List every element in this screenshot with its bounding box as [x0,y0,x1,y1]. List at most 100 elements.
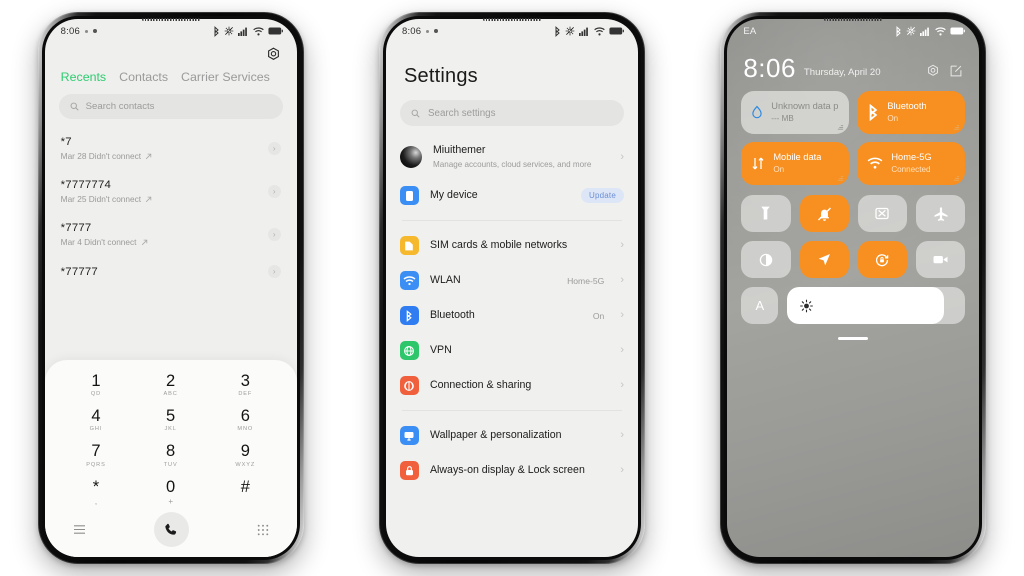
key-7[interactable]: 7 PQRS [59,440,134,470]
flashlight-icon [761,206,771,220]
phone-bezel: 8:06 Settings Search settings Miuithemer… [382,16,641,560]
key-5[interactable]: 5 JKL [133,405,208,435]
key-4[interactable]: 4 GHI [59,405,134,435]
outgoing-call-icon [146,196,152,202]
key-hash[interactable]: # [208,476,283,506]
toggle-airplane-mode[interactable] [916,195,966,232]
call-number: *7777774 [60,179,112,191]
tile-wifi[interactable]: Home-5G Connected [857,142,966,185]
gear-icon[interactable] [266,47,281,62]
chevron-right-icon: › [620,379,624,392]
brightness-slider[interactable] [787,287,966,324]
tile-title: Unknown data plan [771,100,839,111]
item-value: Home-5G [567,275,605,286]
call-number: *77777 [60,265,98,278]
key-1[interactable]: 1 QD [59,370,134,400]
tab-contacts[interactable]: Contacts [119,70,168,84]
expand-corner-icon[interactable] [953,174,960,181]
battery-icon [609,27,624,35]
settings-item-account[interactable]: Miuithemer Manage accounts, cloud servic… [386,136,638,178]
call-list-item[interactable]: *7 Mar 28 Didn't connect › [45,127,297,170]
settings-item-connection-sharing[interactable]: Connection & sharing › [386,368,638,403]
toggle-screen-record[interactable] [916,241,966,278]
search-settings-input[interactable]: Search settings [399,100,624,126]
edit-icon[interactable] [949,64,963,78]
globe-icon [399,341,419,361]
call-chevron-icon[interactable]: › [267,185,281,198]
clock-header: 8:06 Thursday, April 20 [727,43,979,81]
toggle-flashlight[interactable] [741,195,791,232]
settings-item-sim-cards[interactable]: SIM cards & mobile networks › [386,228,638,263]
settings-item-my-device[interactable]: My device Update [386,178,638,213]
settings-item-always-on-display[interactable]: Always-on display & Lock screen › [386,453,638,488]
key-0[interactable]: 0 + [133,476,208,506]
battery-icon [268,27,283,35]
toggle-screenshot[interactable] [857,195,908,232]
toggle-location[interactable] [799,241,849,278]
expand-corner-icon[interactable] [837,174,844,181]
call-list-item[interactable]: *7777 Mar 4 Didn't connect › [45,213,297,256]
toggle-silent[interactable] [799,195,849,232]
key-star[interactable]: *, [59,476,134,506]
bluetooth-icon [214,25,219,37]
settings-screen: 8:06 Settings Search settings Miuithemer… [385,19,638,557]
item-label: Always-on display & Lock screen [429,464,585,477]
key-9[interactable]: 9 WXYZ [208,440,283,470]
chevron-right-icon: › [620,239,624,252]
item-text: WLAN [430,274,556,288]
call-detail: Mar 25 Didn't connect [61,194,152,204]
search-contacts-input[interactable]: Search contacts [58,94,283,119]
status-bar: 8:06 [386,19,638,43]
big-tiles: Unknown data plan --- MB Bluetooth On [727,81,979,185]
keypad-icon[interactable] [257,524,269,536]
expand-corner-icon[interactable] [837,123,844,130]
device-icon [399,186,419,206]
toggle-dark-mode[interactable] [741,241,791,278]
key-2[interactable]: 2 ABC [133,370,208,400]
toggle-rotation-lock[interactable] [857,241,908,278]
call-list-item[interactable]: *77777 › [45,256,297,287]
call-chevron-icon[interactable]: › [267,265,281,278]
settings-item-wallpaper[interactable]: Wallpaper & personalization › [386,418,638,453]
item-value: On [592,310,605,321]
lock-icon [399,461,419,481]
toggle-auto-brightness[interactable]: A [741,287,779,324]
avatar [399,146,422,169]
tile-mobile-data[interactable]: Mobile data On [741,142,850,185]
carrier-label: EA [743,25,757,37]
wallpaper-icon [399,426,419,446]
menu-icon[interactable] [73,524,86,535]
call-chevron-icon[interactable]: › [267,228,281,241]
phone-control-center: EA 8:06 Thursday, April 20 Unknown data … [720,12,987,564]
expand-corner-icon[interactable] [953,123,960,130]
tile-text: Home-5G Connected [891,152,931,175]
item-text: Always-on display & Lock screen [430,464,609,478]
settings-list: Miuithemer Manage accounts, cloud servic… [386,126,638,488]
update-badge[interactable]: Update [580,188,624,204]
item-label: Bluetooth [429,309,475,322]
screenshot-icon [875,207,890,220]
call-button[interactable] [153,512,189,547]
key-6[interactable]: 6 MNO [208,405,283,435]
call-list-item[interactable]: *7777774 Mar 25 Didn't connect › [45,170,297,213]
tab-recents[interactable]: Recents [61,70,106,84]
key-8[interactable]: 8 TUV [133,440,208,470]
drag-handle[interactable] [838,337,869,340]
tile-data-plan[interactable]: Unknown data plan --- MB [741,91,850,134]
divider [401,220,622,222]
settings-item-vpn[interactable]: VPN › [386,333,638,368]
tab-carrier-services[interactable]: Carrier Services [181,70,270,84]
call-chevron-icon[interactable]: › [267,142,281,155]
gear-icon[interactable] [926,64,940,78]
settings-item-wlan[interactable]: WLAN Home-5G › [386,263,638,298]
key-3[interactable]: 3 DEF [208,370,283,400]
wifi-icon [399,271,419,291]
settings-item-bluetooth[interactable]: Bluetooth On › [386,298,638,333]
call-number: *7777 [60,222,92,234]
divider [401,410,622,412]
tile-title: Home-5G [891,151,932,162]
bluetooth-icon [399,306,419,326]
clock-date: Thursday, April 20 [803,67,881,78]
airplane-icon [934,206,948,221]
tile-bluetooth[interactable]: Bluetooth On [857,91,966,134]
